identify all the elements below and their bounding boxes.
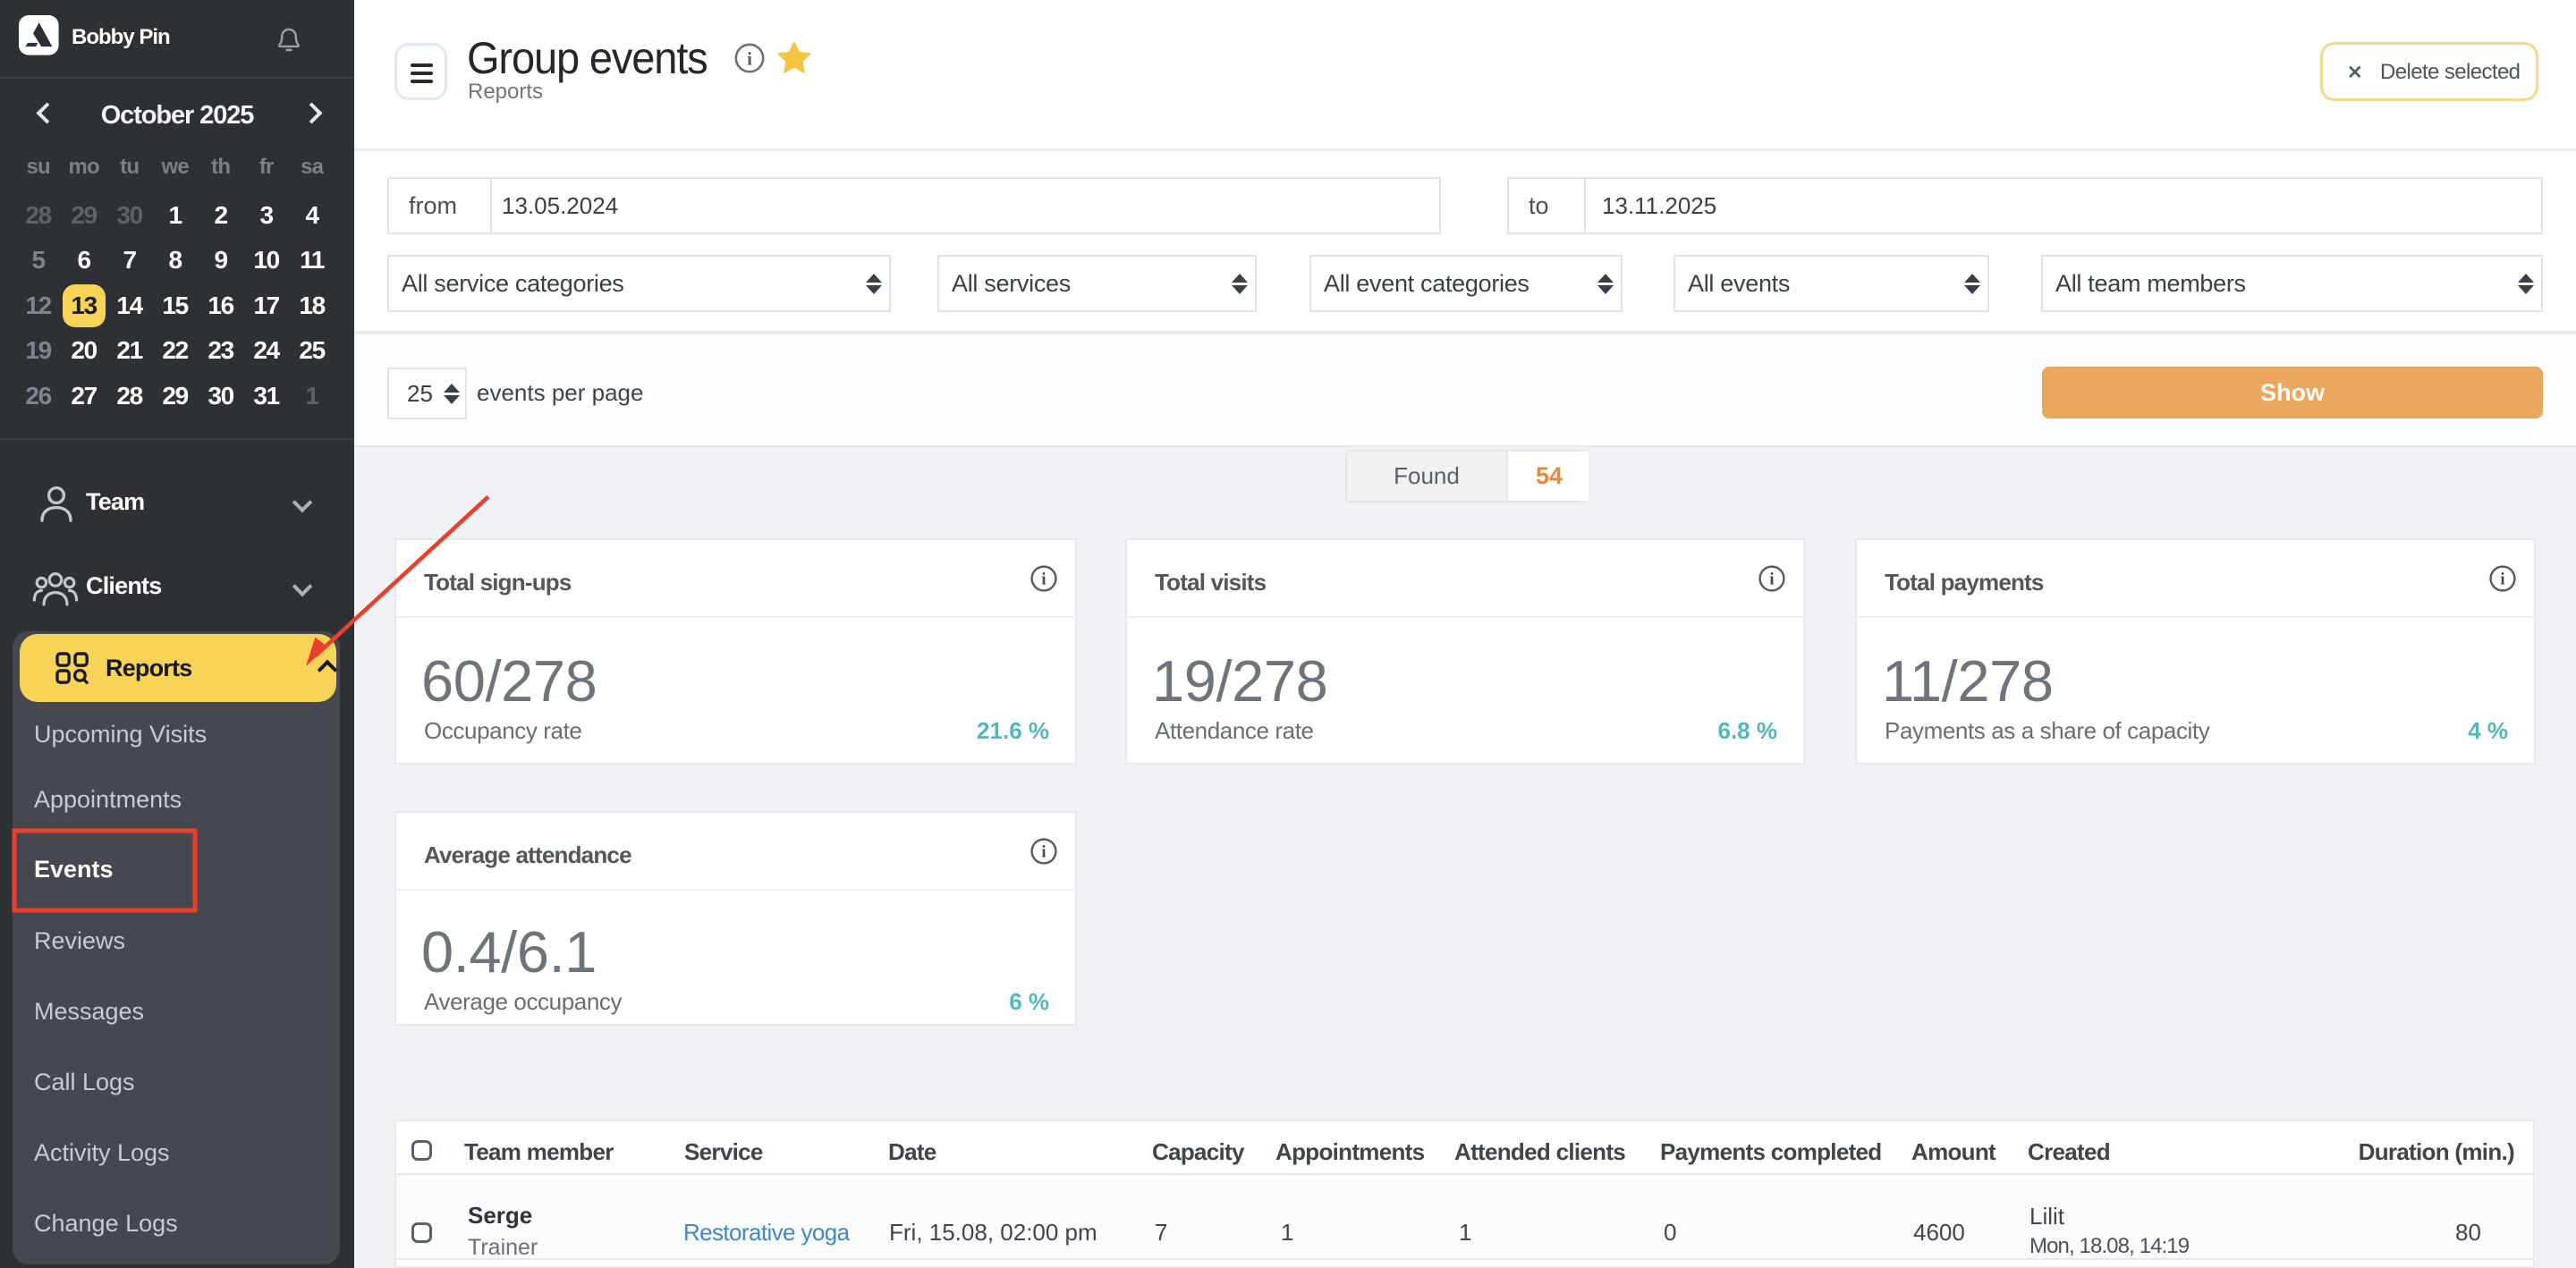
- svg-text:i: i: [1041, 843, 1046, 862]
- svg-text:i: i: [2500, 571, 2504, 589]
- svg-text:i: i: [1769, 571, 1774, 589]
- svg-text:i: i: [1041, 571, 1046, 589]
- svg-text:i: i: [747, 47, 752, 69]
